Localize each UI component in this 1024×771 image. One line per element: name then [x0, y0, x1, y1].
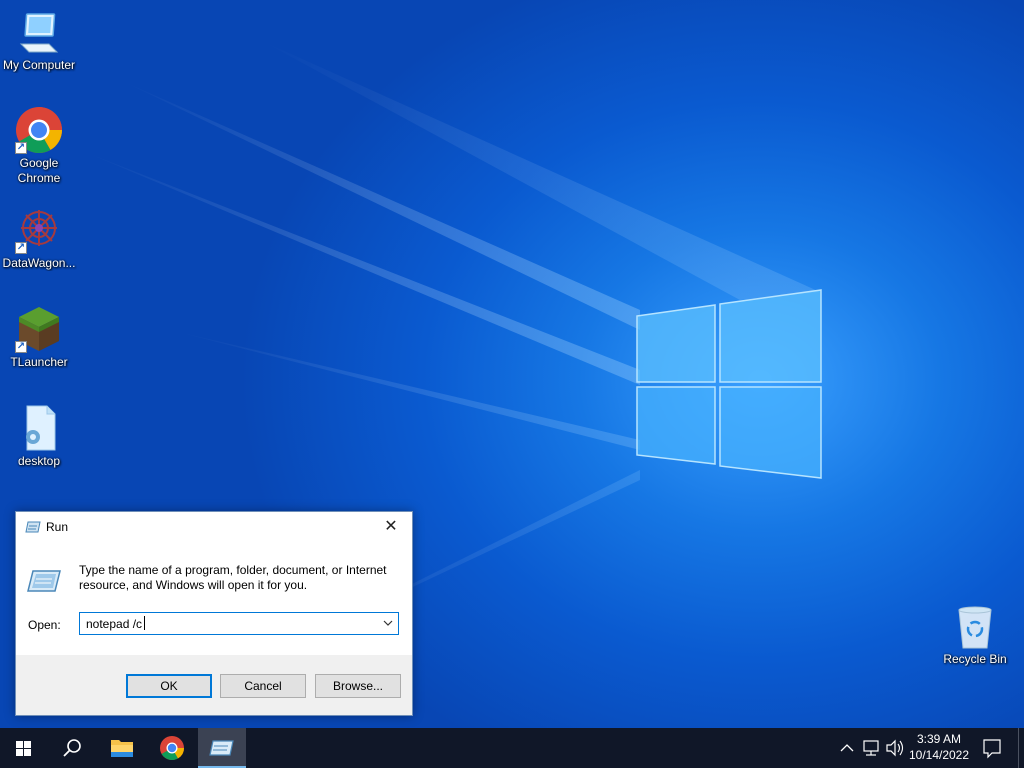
ok-button[interactable]: OK — [126, 674, 212, 698]
taskbar-file-explorer[interactable] — [98, 728, 146, 768]
recycle-bin-icon — [951, 602, 999, 650]
open-label: Open: — [28, 618, 61, 632]
chevron-down-icon[interactable] — [382, 617, 394, 632]
desktop-icon-datawagon[interactable]: ↗ DataWagon... — [1, 206, 77, 271]
network-icon — [863, 740, 879, 756]
desktop-icon-label: desktop — [17, 454, 61, 468]
folder-icon — [111, 740, 133, 757]
search-button[interactable] — [48, 728, 96, 768]
browse-button[interactable]: Browse... — [315, 674, 401, 698]
desktop-icon-my-computer[interactable]: My Computer — [1, 8, 77, 73]
clock[interactable]: 3:39 AM 10/14/2022 — [904, 731, 974, 763]
clock-date: 10/14/2022 — [908, 748, 970, 762]
shortcut-arrow-icon: ↗ — [15, 341, 27, 353]
run-dialog-body: Type the name of a program, folder, docu… — [16, 542, 412, 655]
desktop-icon-label: Recycle Bin — [943, 652, 1007, 666]
clock-time: 3:39 AM — [916, 732, 962, 746]
run-icon — [209, 740, 234, 756]
desktop-icon-google-chrome[interactable]: ↗ Google Chrome — [1, 106, 77, 186]
taskbar-run[interactable] — [198, 728, 246, 768]
taskbar-google-chrome[interactable] — [148, 728, 196, 768]
run-dialog-titlebar[interactable]: Run ✕ — [16, 512, 412, 542]
notification-icon — [983, 739, 1001, 759]
desktop-icon-label: DataWagon... — [2, 256, 76, 270]
settings-file-icon — [15, 404, 63, 452]
desktop-icon-label: My Computer — [2, 58, 76, 72]
action-center-button[interactable] — [978, 728, 1006, 768]
desktop-icon-label: Google Chrome — [17, 156, 61, 185]
chevron-up-icon — [840, 744, 854, 752]
run-program-icon — [27, 569, 61, 596]
speaker-icon — [886, 739, 904, 757]
windows-logo-wallpaper — [636, 289, 822, 479]
start-button[interactable] — [0, 728, 48, 768]
chrome-icon — [160, 736, 184, 761]
desktop[interactable]: My Computer ↗ Google Chrome ↗ DataWagon.… — [0, 0, 1024, 728]
search-icon — [63, 739, 81, 757]
chrome-icon: ↗ — [15, 106, 63, 154]
run-dialog-description: Type the name of a program, folder, docu… — [79, 563, 387, 592]
network-button[interactable] — [859, 728, 883, 768]
shortcut-arrow-icon: ↗ — [15, 242, 27, 254]
run-icon — [25, 520, 41, 537]
close-button[interactable]: ✕ — [376, 515, 406, 539]
open-command-combobox[interactable]: notepad /c — [79, 612, 399, 635]
tlauncher-icon: ↗ — [15, 305, 63, 353]
show-hidden-icons-button[interactable] — [836, 728, 858, 768]
shortcut-arrow-icon: ↗ — [15, 142, 27, 154]
show-desktop-button[interactable] — [1018, 728, 1024, 768]
desktop-icon-label: TLauncher — [10, 355, 68, 369]
desktop-icon-desktop-file[interactable]: desktop — [1, 404, 77, 469]
windows-start-icon — [16, 741, 31, 756]
desktop-icon-tlauncher[interactable]: ↗ TLauncher — [1, 305, 77, 370]
computer-icon — [15, 8, 63, 56]
taskbar: 3:39 AM 10/14/2022 — [0, 728, 1024, 768]
run-dialog-title: Run — [46, 520, 69, 534]
run-dialog[interactable]: Run ✕ Type the name of a program, folder… — [15, 511, 413, 716]
cancel-button[interactable]: Cancel — [220, 674, 306, 698]
open-command-input[interactable]: notepad /c — [86, 616, 146, 631]
volume-button[interactable] — [884, 728, 906, 768]
datawagon-icon: ↗ — [15, 206, 63, 254]
desktop-icon-recycle-bin[interactable]: Recycle Bin — [937, 602, 1013, 667]
